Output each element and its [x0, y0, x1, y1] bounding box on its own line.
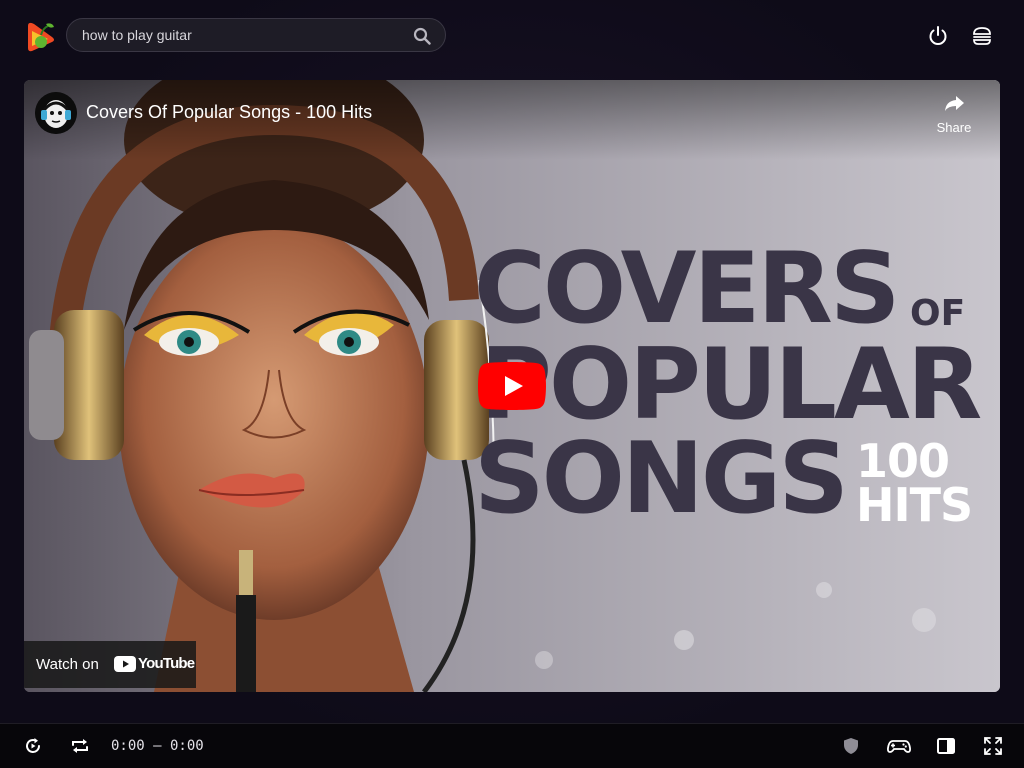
player-control-bar: 0:00 – 0:00	[0, 723, 1024, 768]
shield-icon[interactable]	[841, 736, 861, 756]
app-window: COVERS OF POPULAR SONGS 100 HITS	[0, 0, 1024, 768]
watch-on-label: Watch on	[36, 656, 99, 673]
thumbnail-badge-100-hits: 100 HITS	[856, 438, 973, 532]
youtube-logo-icon	[114, 656, 136, 672]
fullscreen-icon[interactable]	[983, 736, 1003, 756]
thumbnail-line-songs: SONGS	[474, 422, 849, 536]
play-button[interactable]	[478, 362, 546, 410]
gamepad-icon[interactable]	[887, 736, 911, 756]
search-input[interactable]	[82, 19, 402, 51]
thumbnail-line-covers: COVERS	[474, 232, 900, 346]
app-logo-icon[interactable]	[24, 18, 58, 54]
watch-on-youtube-button[interactable]: Watch on YouTube	[24, 641, 196, 688]
share-icon	[945, 96, 964, 111]
power-icon[interactable]	[927, 25, 949, 47]
repeat-icon[interactable]	[70, 736, 90, 756]
share-button[interactable]: Share	[928, 92, 980, 140]
share-label: Share	[936, 120, 972, 135]
sidebar-toggle-icon[interactable]	[936, 736, 956, 756]
top-bar	[0, 0, 1024, 72]
playback-time: 0:00 – 0:00	[111, 738, 204, 754]
video-header: Covers Of Popular Songs - 100 Hits Share	[24, 80, 1000, 160]
search-bar	[66, 18, 446, 52]
channel-avatar-icon	[35, 92, 77, 134]
thumbnail-line-of: OF	[910, 293, 966, 334]
search-icon[interactable]	[413, 27, 431, 45]
thumbnail-badge-hits: HITS	[856, 477, 973, 532]
autoplay-icon[interactable]	[23, 736, 43, 756]
thumbnail-line-popular: POPULAR	[480, 328, 982, 442]
menu-icon[interactable]	[971, 25, 993, 47]
video-player[interactable]: COVERS OF POPULAR SONGS 100 HITS Covers …	[24, 80, 1000, 692]
video-title[interactable]: Covers Of Popular Songs - 100 Hits	[86, 102, 372, 123]
youtube-wordmark: YouTube	[138, 655, 195, 672]
channel-avatar[interactable]	[35, 92, 77, 134]
